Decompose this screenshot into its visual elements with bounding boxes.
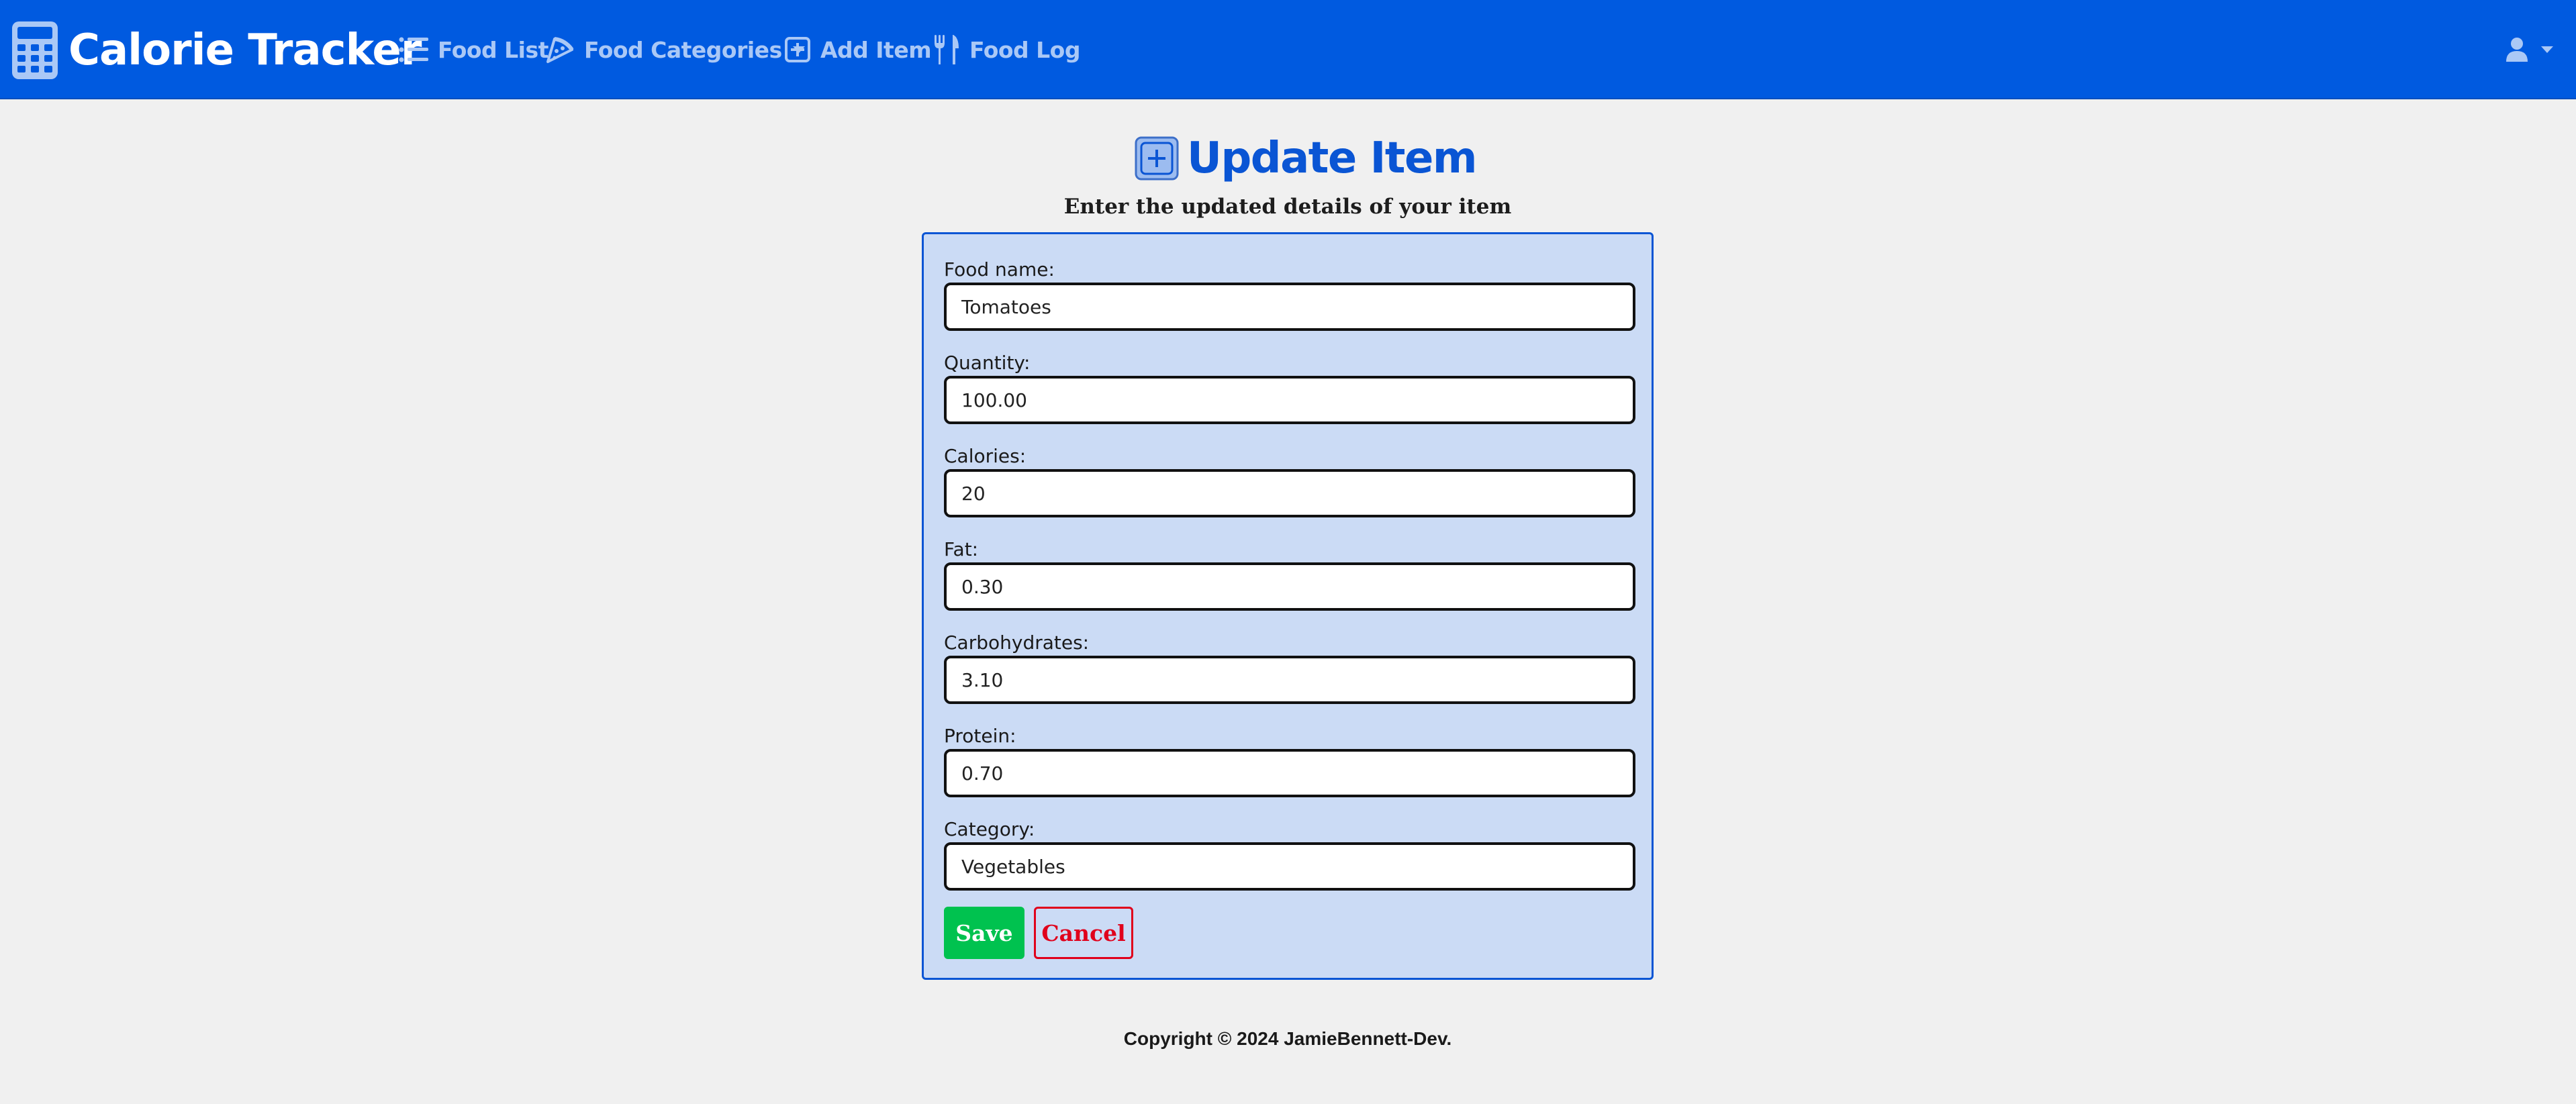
nav-add-item[interactable]: Add Item <box>784 30 932 70</box>
page-subtitle: Enter the updated details of your item <box>1063 195 1512 219</box>
fat-label: Fat: <box>944 538 979 560</box>
calculator-icon <box>12 21 58 79</box>
brand-name: Calorie Tracker <box>68 26 422 75</box>
quantity-input[interactable] <box>944 376 1635 424</box>
fat-input[interactable] <box>944 562 1635 611</box>
protein-field: Protein: <box>944 723 1635 797</box>
food-name-input[interactable] <box>944 283 1635 331</box>
chevron-down-icon <box>2541 46 2553 53</box>
quantity-label: Quantity: <box>944 352 1031 374</box>
user-icon <box>2506 38 2528 62</box>
protein-label: Protein: <box>944 725 1016 747</box>
category-input[interactable] <box>944 842 1635 891</box>
page-title: Update Item <box>1135 132 1478 185</box>
navbar: Calorie Tracker Food List Food Categorie… <box>0 0 2576 99</box>
list-icon <box>399 37 428 62</box>
nav-food-log-label: Food Log <box>969 36 1080 63</box>
carbohydrates-label: Carbohydrates: <box>944 632 1090 654</box>
nav-food-categories[interactable]: Food Categories <box>545 30 805 70</box>
fat-field: Fat: <box>944 537 1635 611</box>
update-item-form: Food name: Quantity: Calories: Fat: Carb… <box>922 232 1654 980</box>
carbohydrates-input[interactable] <box>944 656 1635 704</box>
calories-input[interactable] <box>944 469 1635 517</box>
pizza-icon <box>546 37 574 63</box>
footer-copyright: Copyright © 2024 JamieBennett-Dev. <box>1123 1028 1452 1049</box>
save-button[interactable]: Save <box>944 907 1024 959</box>
page-title-text: Update Item <box>1187 134 1478 183</box>
plus-square-icon <box>785 37 810 62</box>
nav-food-log[interactable]: Food Log <box>933 30 1080 70</box>
category-label: Category: <box>944 818 1035 840</box>
calories-field: Calories: <box>944 444 1635 517</box>
plus-square-icon <box>1135 136 1179 181</box>
brand[interactable]: Calorie Tracker <box>11 13 422 87</box>
nav-food-list-label: Food List <box>438 36 548 63</box>
user-menu[interactable] <box>2505 34 2553 66</box>
protein-input[interactable] <box>944 749 1635 797</box>
calories-label: Calories: <box>944 445 1027 467</box>
food-name-field: Food name: <box>944 257 1635 331</box>
cancel-button[interactable]: Cancel <box>1034 907 1133 959</box>
utensils-icon <box>935 35 959 64</box>
quantity-field: Quantity: <box>944 350 1635 424</box>
nav-food-categories-label: Food Categories <box>584 36 782 63</box>
food-name-label: Food name: <box>944 258 1055 281</box>
carbohydrates-field: Carbohydrates: <box>944 630 1635 704</box>
nav-add-item-label: Add Item <box>820 36 932 63</box>
category-field: Category: <box>944 817 1635 891</box>
nav-food-list[interactable]: Food List <box>399 30 548 70</box>
